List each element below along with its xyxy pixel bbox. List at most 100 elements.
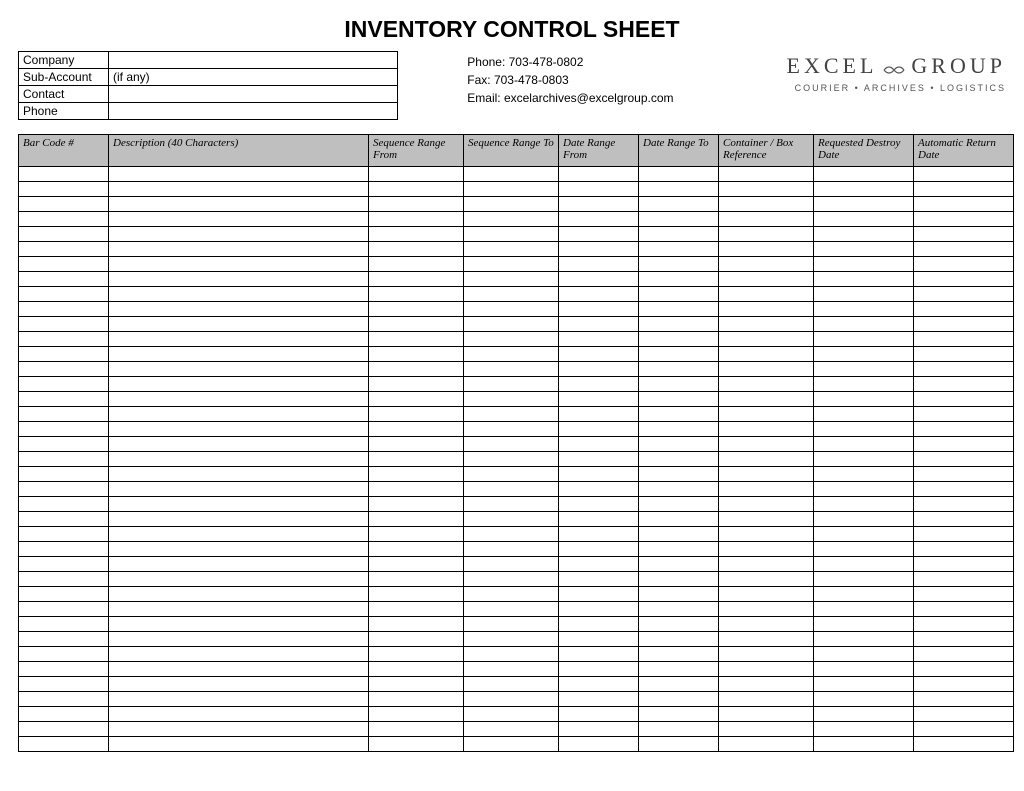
table-cell[interactable]	[719, 572, 814, 587]
table-cell[interactable]	[464, 707, 559, 722]
table-cell[interactable]	[464, 167, 559, 182]
table-cell[interactable]	[914, 452, 1014, 467]
table-cell[interactable]	[369, 602, 464, 617]
table-cell[interactable]	[369, 452, 464, 467]
table-cell[interactable]	[719, 497, 814, 512]
table-cell[interactable]	[464, 182, 559, 197]
table-cell[interactable]	[19, 287, 109, 302]
table-cell[interactable]	[914, 227, 1014, 242]
subaccount-input[interactable]: (if any)	[109, 69, 397, 85]
table-cell[interactable]	[719, 737, 814, 752]
table-cell[interactable]	[814, 722, 914, 737]
table-cell[interactable]	[559, 602, 639, 617]
table-cell[interactable]	[109, 737, 369, 752]
table-cell[interactable]	[639, 347, 719, 362]
table-cell[interactable]	[914, 542, 1014, 557]
table-cell[interactable]	[914, 197, 1014, 212]
table-cell[interactable]	[369, 647, 464, 662]
table-cell[interactable]	[559, 617, 639, 632]
table-cell[interactable]	[559, 722, 639, 737]
table-cell[interactable]	[369, 317, 464, 332]
table-cell[interactable]	[719, 407, 814, 422]
table-cell[interactable]	[109, 587, 369, 602]
table-cell[interactable]	[369, 677, 464, 692]
table-cell[interactable]	[559, 452, 639, 467]
table-cell[interactable]	[559, 332, 639, 347]
table-cell[interactable]	[19, 332, 109, 347]
table-cell[interactable]	[914, 317, 1014, 332]
table-cell[interactable]	[814, 212, 914, 227]
table-cell[interactable]	[559, 542, 639, 557]
table-cell[interactable]	[109, 212, 369, 227]
table-cell[interactable]	[559, 227, 639, 242]
table-cell[interactable]	[719, 587, 814, 602]
table-cell[interactable]	[369, 167, 464, 182]
table-cell[interactable]	[814, 617, 914, 632]
table-cell[interactable]	[369, 287, 464, 302]
table-cell[interactable]	[639, 332, 719, 347]
table-cell[interactable]	[719, 272, 814, 287]
table-cell[interactable]	[814, 422, 914, 437]
table-cell[interactable]	[914, 677, 1014, 692]
table-cell[interactable]	[814, 377, 914, 392]
table-cell[interactable]	[914, 392, 1014, 407]
table-cell[interactable]	[814, 647, 914, 662]
table-cell[interactable]	[464, 677, 559, 692]
table-cell[interactable]	[464, 302, 559, 317]
table-cell[interactable]	[369, 632, 464, 647]
table-cell[interactable]	[19, 317, 109, 332]
table-cell[interactable]	[369, 737, 464, 752]
table-cell[interactable]	[19, 242, 109, 257]
table-cell[interactable]	[109, 332, 369, 347]
table-cell[interactable]	[109, 482, 369, 497]
table-cell[interactable]	[639, 617, 719, 632]
table-cell[interactable]	[639, 242, 719, 257]
table-cell[interactable]	[559, 362, 639, 377]
table-cell[interactable]	[639, 497, 719, 512]
table-cell[interactable]	[639, 317, 719, 332]
table-cell[interactable]	[109, 362, 369, 377]
table-cell[interactable]	[814, 347, 914, 362]
table-cell[interactable]	[464, 632, 559, 647]
table-cell[interactable]	[109, 497, 369, 512]
table-cell[interactable]	[639, 647, 719, 662]
table-cell[interactable]	[464, 407, 559, 422]
table-cell[interactable]	[914, 167, 1014, 182]
table-cell[interactable]	[109, 707, 369, 722]
table-cell[interactable]	[559, 662, 639, 677]
table-cell[interactable]	[559, 557, 639, 572]
table-cell[interactable]	[19, 362, 109, 377]
table-cell[interactable]	[814, 287, 914, 302]
table-cell[interactable]	[814, 227, 914, 242]
table-cell[interactable]	[19, 422, 109, 437]
table-cell[interactable]	[19, 167, 109, 182]
table-cell[interactable]	[369, 272, 464, 287]
table-cell[interactable]	[914, 662, 1014, 677]
table-cell[interactable]	[559, 527, 639, 542]
table-cell[interactable]	[814, 452, 914, 467]
table-cell[interactable]	[464, 662, 559, 677]
table-cell[interactable]	[559, 407, 639, 422]
table-cell[interactable]	[639, 737, 719, 752]
table-cell[interactable]	[464, 467, 559, 482]
table-cell[interactable]	[914, 647, 1014, 662]
table-cell[interactable]	[719, 707, 814, 722]
table-cell[interactable]	[369, 542, 464, 557]
table-cell[interactable]	[464, 422, 559, 437]
table-cell[interactable]	[369, 422, 464, 437]
table-cell[interactable]	[719, 647, 814, 662]
table-cell[interactable]	[914, 632, 1014, 647]
table-cell[interactable]	[464, 197, 559, 212]
table-cell[interactable]	[464, 332, 559, 347]
table-cell[interactable]	[814, 317, 914, 332]
table-cell[interactable]	[814, 632, 914, 647]
table-cell[interactable]	[19, 272, 109, 287]
table-cell[interactable]	[639, 197, 719, 212]
table-cell[interactable]	[109, 242, 369, 257]
table-cell[interactable]	[369, 572, 464, 587]
table-cell[interactable]	[914, 437, 1014, 452]
table-cell[interactable]	[639, 542, 719, 557]
table-cell[interactable]	[814, 272, 914, 287]
table-cell[interactable]	[19, 707, 109, 722]
table-cell[interactable]	[369, 212, 464, 227]
